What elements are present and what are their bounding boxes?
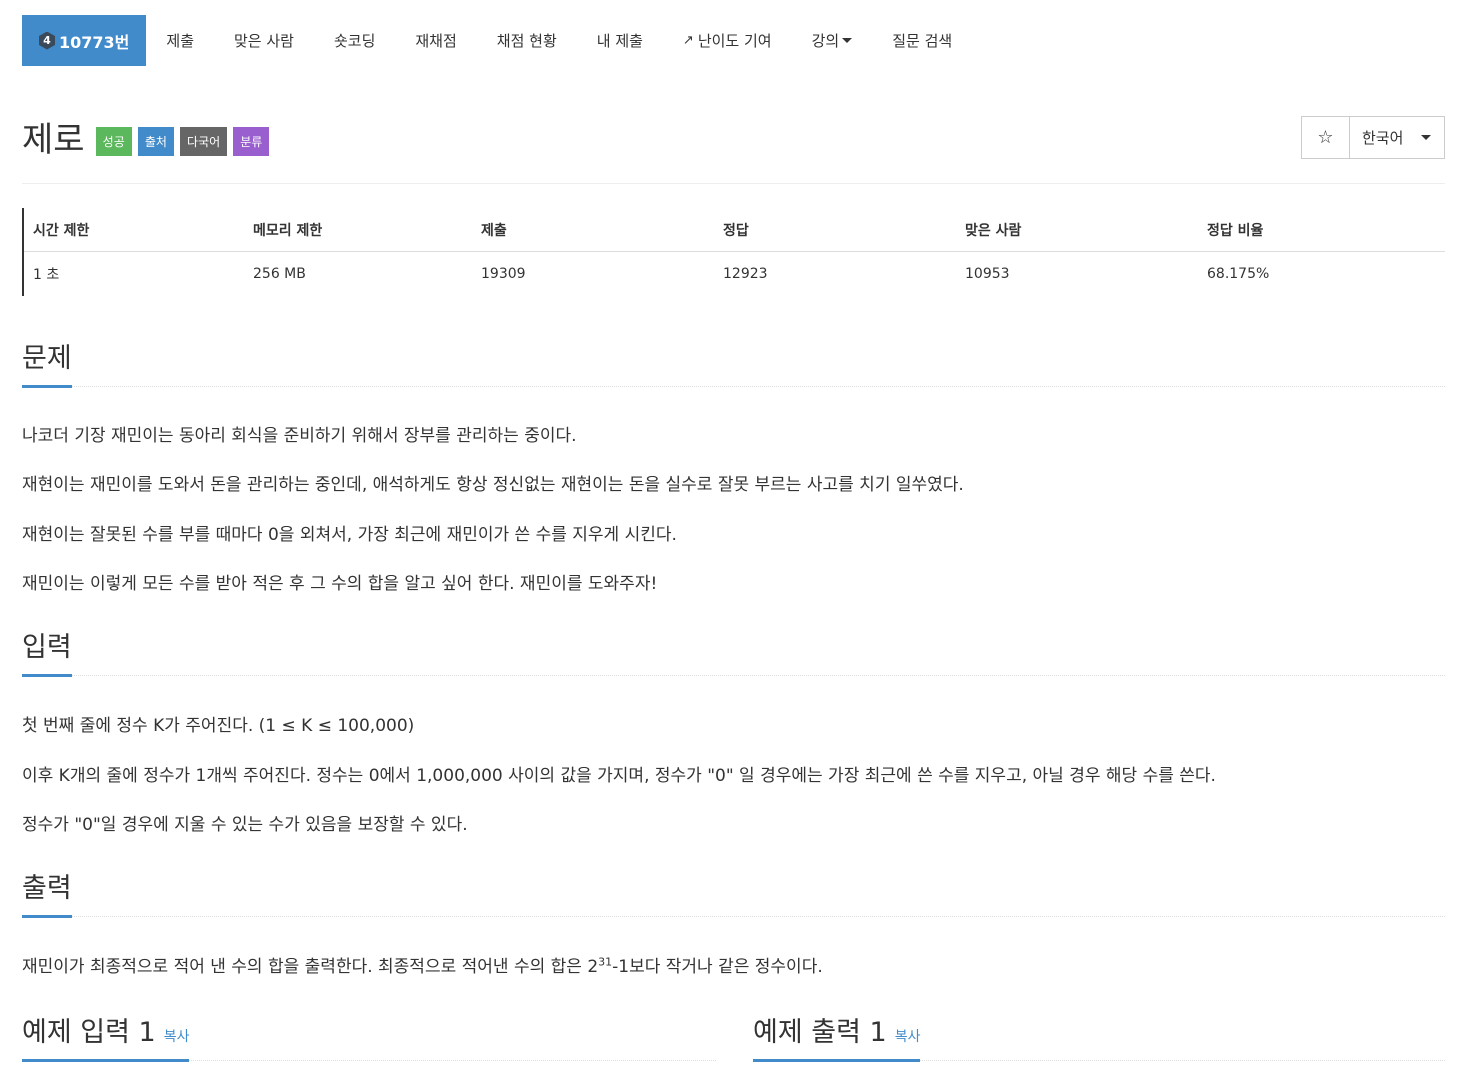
section-divider xyxy=(22,675,1445,676)
section-divider xyxy=(22,916,1445,917)
language-select[interactable]: 한국어 xyxy=(1350,117,1444,158)
nav-lecture-dropdown[interactable]: 강의 xyxy=(792,15,873,66)
description-line-2: 재현이는 재민이를 도와서 돈을 관리하는 중인데, 애석하게도 항상 정신없는… xyxy=(22,475,964,495)
output-section: 출력 xyxy=(22,866,1445,918)
problem-title: 제로 xyxy=(22,120,85,160)
problem-labels: 성공 출처 다국어 분류 xyxy=(95,127,271,156)
nav-lecture-label: 강의 xyxy=(811,32,840,50)
value-submissions: 19309 xyxy=(481,266,526,282)
nav-difficulty-label: 난이도 기여 xyxy=(697,32,772,50)
label-source[interactable]: 출처 xyxy=(137,127,174,156)
output-exponent: 31 xyxy=(598,955,613,969)
sample-output-title: 예제 출력 1 xyxy=(753,1017,887,1048)
title-actions: ☆ 한국어 xyxy=(1301,116,1445,159)
caret-down-icon xyxy=(1421,135,1432,140)
external-link-icon: ↗ xyxy=(682,33,694,48)
nav-status-label: 채점 현황 xyxy=(496,32,557,50)
header-submissions: 제출 xyxy=(481,222,507,239)
nav-rejudge-label: 재채점 xyxy=(415,32,457,50)
sample-output-copy-button[interactable]: 복사 xyxy=(895,1029,921,1045)
output-text-before: 재민이가 최종적으로 적어 낸 수의 합을 출력한다. 최종적으로 적어낸 수의… xyxy=(22,957,599,977)
label-category[interactable]: 분류 xyxy=(233,127,270,156)
problem-nav: 4 10773번 제출 맞은 사람 숏코딩 재채점 채점 현황 내 제출 ↗ 난… xyxy=(22,15,1445,66)
header-accepted-users: 맞은 사람 xyxy=(965,222,1022,239)
nav-status[interactable]: 채점 현황 xyxy=(477,15,577,66)
value-time-limit: 1 초 xyxy=(33,267,60,283)
nav-short-coding-label: 숏코딩 xyxy=(333,32,376,50)
description-line-1: 나코더 기장 재민이는 동아리 회식을 준비하기 위해서 장부를 관리하는 중이… xyxy=(22,426,577,446)
title-row: 제로 성공 출처 다국어 분류 ☆ 한국어 xyxy=(22,112,1445,172)
sample-input-heading: 예제 입력 1 복사 xyxy=(22,1010,190,1062)
sample-output-section: 예제 출력 1 복사 xyxy=(753,1010,1445,1062)
value-accepted: 12923 xyxy=(723,266,768,282)
description-heading: 문제 xyxy=(22,336,72,388)
nav-difficulty-contribution[interactable]: ↗ 난이도 기여 xyxy=(663,15,792,66)
output-heading: 출력 xyxy=(22,866,72,918)
input-line-3: 정수가 "0"일 경우에 지울 수 있는 수가 있음을 보장할 수 있다. xyxy=(22,815,468,835)
caret-down-icon xyxy=(842,38,853,43)
sample-input-section: 예제 입력 1 복사 xyxy=(22,1010,716,1062)
nav-my-submissions-label: 내 제출 xyxy=(596,32,643,50)
problem-info-table: 시간 제한 메모리 제한 제출 정답 맞은 사람 정답 비율 1 초 256 M… xyxy=(22,208,1445,296)
language-select-value: 한국어 xyxy=(1362,129,1404,147)
header-accepted: 정답 xyxy=(723,222,749,239)
star-icon: ☆ xyxy=(1317,127,1334,148)
value-memory-limit: 256 MB xyxy=(253,266,306,282)
output-text-after: -1보다 작거나 같은 정수이다. xyxy=(612,957,823,977)
header-accept-ratio: 정답 비율 xyxy=(1207,222,1264,239)
sample-output-heading: 예제 출력 1 복사 xyxy=(753,1010,921,1062)
input-line-1: 첫 번째 줄에 정수 K가 주어진다. (1 ≤ K ≤ 100,000) xyxy=(22,716,415,736)
description-section: 문제 xyxy=(22,336,1445,388)
nav-submit[interactable]: 제출 xyxy=(146,15,214,66)
sample-input-copy-button[interactable]: 복사 xyxy=(164,1029,190,1045)
label-success[interactable]: 성공 xyxy=(95,127,132,156)
problem-id: 10773번 xyxy=(59,32,130,52)
sample-input-title: 예제 입력 1 xyxy=(22,1017,156,1048)
tier-badge-icon: 4 xyxy=(39,31,55,50)
input-section: 입력 xyxy=(22,625,1445,677)
nav-accepted-users-label: 맞은 사람 xyxy=(234,32,294,50)
header-time-limit: 시간 제한 xyxy=(33,222,90,239)
nav-rejudge[interactable]: 재채점 xyxy=(395,15,476,66)
favorite-star-button[interactable]: ☆ xyxy=(1302,117,1350,158)
nav-my-submissions[interactable]: 내 제출 xyxy=(577,15,663,66)
description-line-3: 재현이는 잘못된 수를 부를 때마다 0을 외쳐서, 가장 최근에 재민이가 쓴… xyxy=(22,525,677,545)
input-heading: 입력 xyxy=(22,625,72,677)
section-divider xyxy=(22,386,1445,387)
nav-accepted-users[interactable]: 맞은 사람 xyxy=(214,15,314,66)
label-multilang[interactable]: 다국어 xyxy=(180,127,228,156)
output-line-1: 재민이가 최종적으로 적어 낸 수의 합을 출력한다. 최종적으로 적어낸 수의… xyxy=(22,952,823,977)
nav-short-coding[interactable]: 숏코딩 xyxy=(314,15,395,66)
value-accept-ratio: 68.175% xyxy=(1207,266,1270,282)
description-line-4: 재민이는 이렇게 모든 수를 받아 적은 후 그 수의 합을 알고 싶어 한다.… xyxy=(22,574,658,594)
nav-problem-tab[interactable]: 4 10773번 xyxy=(22,15,147,66)
table-header-row: 시간 제한 메모리 제한 제출 정답 맞은 사람 정답 비율 xyxy=(24,208,1445,252)
nav-question-search-label: 질문 검색 xyxy=(892,32,953,50)
nav-submit-label: 제출 xyxy=(166,32,194,50)
table-row: 1 초 256 MB 19309 12923 10953 68.175% xyxy=(24,252,1445,296)
header-memory-limit: 메모리 제한 xyxy=(253,222,323,239)
nav-question-search[interactable]: 질문 검색 xyxy=(872,15,972,66)
input-line-2: 이후 K개의 줄에 정수가 1개씩 주어진다. 정수는 0에서 1,000,00… xyxy=(22,766,1216,786)
value-accepted-users: 10953 xyxy=(965,266,1010,282)
title-divider xyxy=(22,183,1445,184)
